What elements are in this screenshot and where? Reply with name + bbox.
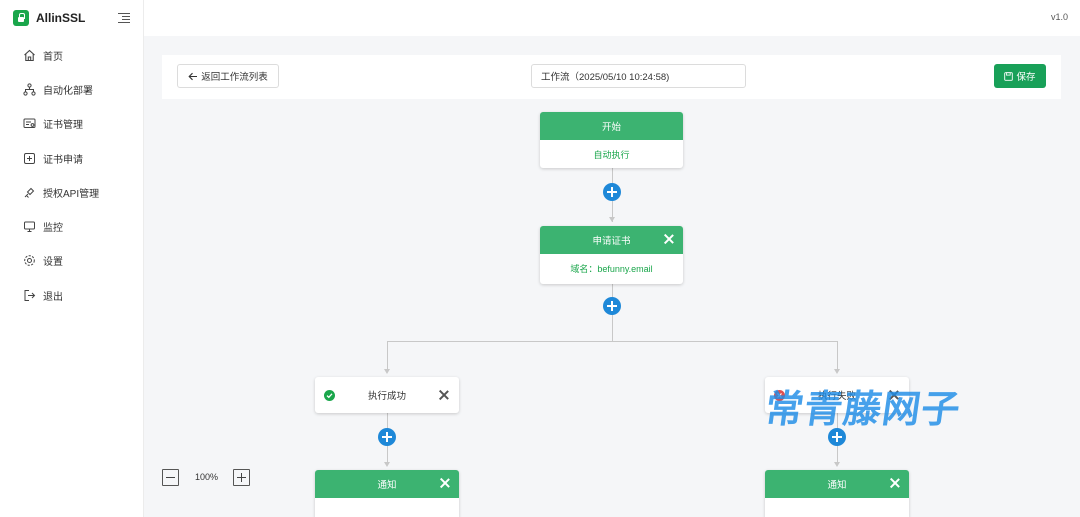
home-icon: [23, 49, 36, 62]
connector-arrow: [609, 217, 615, 222]
start-node-title: 开始: [540, 112, 683, 140]
notify-node[interactable]: 通知: [765, 470, 909, 517]
flow-canvas[interactable]: 开始 自动执行 申请证书 域名：befunny.email 执行成功 执行失败 …: [144, 36, 1080, 517]
sidebar-item-label: 授权API管理: [43, 188, 100, 200]
save-button[interactable]: 保存: [994, 64, 1046, 88]
workflow-editor: 开始 自动执行 申请证书 域名：befunny.email 执行成功 执行失败 …: [144, 36, 1080, 517]
zoom-controls: 100%: [162, 468, 251, 486]
gear-icon: [23, 254, 36, 267]
logout-icon: [23, 289, 36, 302]
sidebar-item-label: 设置: [43, 257, 63, 269]
sidebar-item-auto-deploy[interactable]: 自动化部署: [0, 72, 143, 106]
api-key-icon: [23, 186, 36, 199]
close-icon[interactable]: [888, 389, 900, 401]
notify-node-header: 通知: [765, 470, 909, 498]
version-label: v1.0: [1050, 12, 1068, 22]
plus-square-icon: [23, 152, 36, 165]
apply-cert-node-title: 申请证书: [592, 236, 631, 247]
sidebar-item-settings[interactable]: 设置: [0, 244, 143, 278]
workflow-name-field[interactable]: 工作流（2025/05/10 10:24:58): [531, 64, 746, 88]
collapse-menu-icon[interactable]: [118, 13, 130, 23]
back-to-list-button[interactable]: 返回工作流列表: [177, 64, 279, 88]
save-button-label: 保存: [1016, 72, 1036, 83]
add-node-button[interactable]: [603, 297, 621, 315]
zoom-level: 100%: [195, 472, 219, 482]
error-circle-icon: [774, 390, 785, 401]
success-branch-node[interactable]: 执行成功: [315, 377, 459, 413]
apply-cert-node[interactable]: 申请证书 域名：befunny.email: [540, 226, 683, 284]
fail-branch-node[interactable]: 执行失败: [765, 377, 909, 413]
branch-line: [387, 341, 838, 342]
close-icon[interactable]: [438, 389, 450, 401]
notify-node-header: 通知: [315, 470, 459, 498]
sidebar-item-label: 自动化部署: [43, 85, 93, 97]
connector-arrow: [834, 369, 840, 374]
save-icon: [1004, 71, 1014, 81]
close-icon[interactable]: [439, 477, 451, 489]
lock-logo-icon: [13, 10, 29, 26]
brand: AllinSSL: [0, 0, 143, 36]
start-node-body: 自动执行: [593, 149, 630, 160]
apply-cert-node-header: 申请证书: [540, 226, 683, 254]
back-button-label: 返回工作流列表: [201, 72, 268, 83]
close-icon[interactable]: [663, 233, 675, 245]
zoom-out-button[interactable]: [162, 468, 179, 486]
sidebar-item-label: 证书申请: [43, 154, 83, 166]
check-circle-icon: [324, 390, 335, 401]
connector-line: [387, 341, 388, 371]
notify-node-title: 通知: [827, 480, 847, 491]
workflow-toolbar: 返回工作流列表 工作流（2025/05/10 10:24:58) 保存: [162, 55, 1061, 99]
sidebar-menu: 首页 自动化部署 证书管理 证书申请 授权API管理 监控 设置 退出: [0, 38, 143, 312]
zoom-in-button[interactable]: [233, 468, 251, 486]
start-node[interactable]: 开始 自动执行: [540, 112, 683, 168]
monitor-icon: [23, 220, 36, 233]
fail-branch-label: 执行失败: [817, 391, 856, 402]
certificate-icon: [23, 117, 36, 130]
app-name: AllinSSL: [36, 11, 86, 25]
sidebar-item-monitor[interactable]: 监控: [0, 209, 143, 243]
notify-node[interactable]: 通知: [315, 470, 459, 517]
connector-arrow: [834, 462, 840, 467]
sidebar-item-logout[interactable]: 退出: [0, 278, 143, 312]
arrow-left-icon: [188, 72, 198, 80]
sidebar-item-label: 首页: [43, 51, 63, 63]
add-node-button[interactable]: [828, 428, 846, 446]
top-bar: v1.0: [144, 0, 1080, 36]
add-node-button[interactable]: [603, 183, 621, 201]
success-branch-label: 执行成功: [367, 391, 406, 402]
sidebar-item-cert-apply[interactable]: 证书申请: [0, 141, 143, 175]
add-node-button[interactable]: [378, 428, 396, 446]
connector-arrow: [384, 369, 390, 374]
sidebar-item-home[interactable]: 首页: [0, 38, 143, 72]
sidebar-item-cert-manage[interactable]: 证书管理: [0, 107, 143, 141]
close-icon[interactable]: [889, 477, 901, 489]
sidebar-item-label: 监控: [43, 223, 63, 235]
connector-arrow: [384, 462, 390, 467]
sidebar: AllinSSL 首页 自动化部署 证书管理 证书申请 授权API管理 监控 设…: [0, 0, 144, 517]
sidebar-item-label: 证书管理: [43, 120, 83, 132]
sidebar-item-api-auth[interactable]: 授权API管理: [0, 175, 143, 209]
sidebar-item-label: 退出: [43, 291, 63, 303]
apply-cert-node-body: 域名：befunny.email: [570, 263, 653, 274]
workflow-icon: [23, 83, 36, 96]
connector-line: [837, 341, 838, 371]
notify-node-title: 通知: [377, 480, 397, 491]
